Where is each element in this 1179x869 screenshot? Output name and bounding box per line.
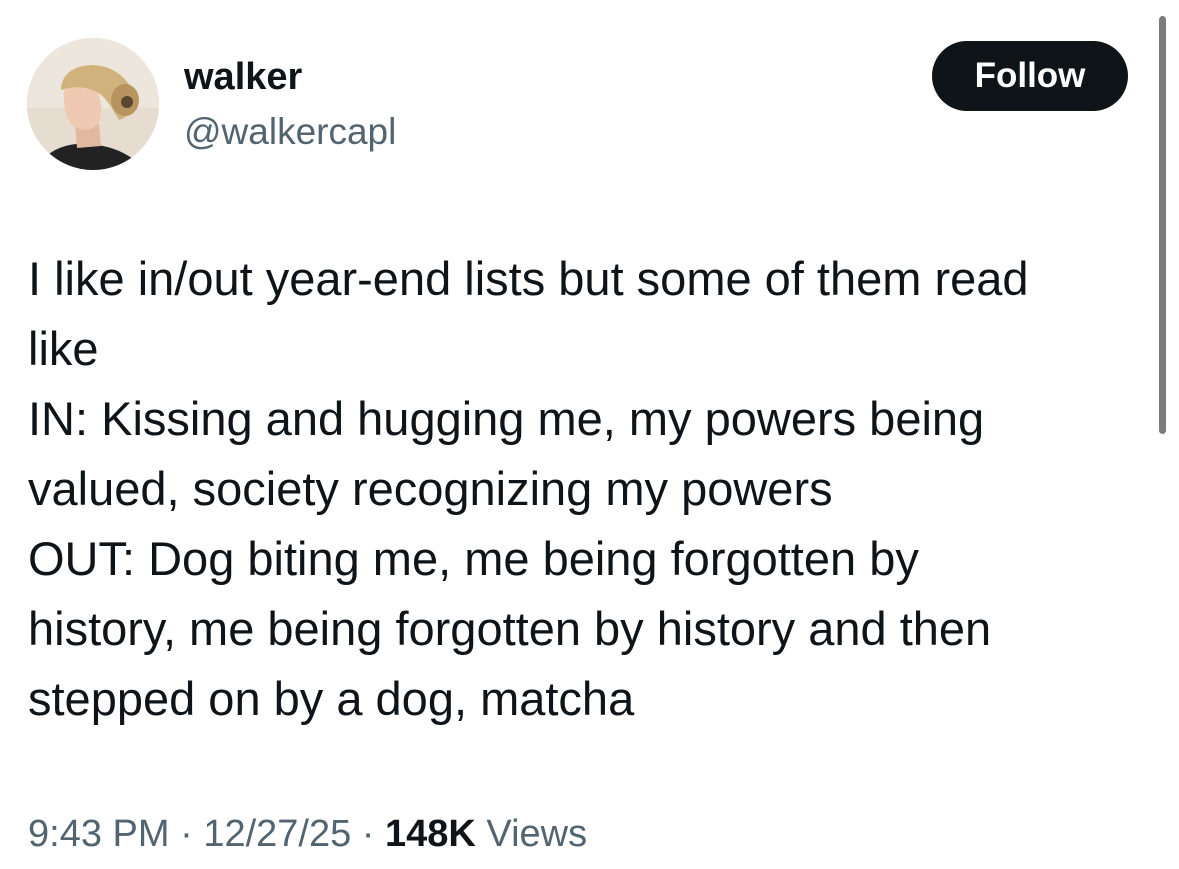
scrollbar[interactable] [1159,16,1166,434]
tweet-text-line: OUT: Dog biting me, me being forgotten b… [28,532,919,585]
tweet-text-line: IN: Kissing and hugging me, my powers be… [28,392,985,445]
tweet-meta: 9:43 PM · 12/27/25 · 148K Views [28,808,587,860]
display-name[interactable]: walker [184,54,302,100]
avatar-photo-icon [27,38,159,170]
user-handle[interactable]: @walkercapl [184,110,396,154]
tweet-text-line: stepped on by a dog, matcha [28,672,635,725]
meta-separator: · [361,813,375,855]
follow-button[interactable]: Follow [932,41,1128,111]
avatar[interactable] [27,38,159,170]
meta-separator: · [180,813,193,855]
tweet-time[interactable]: 9:43 PM [28,813,170,855]
tweet-text-line: history, me being forgotten by history a… [28,602,992,655]
tweet-text: I like in/out year-end lists but some of… [28,244,1148,734]
views-count[interactable]: 148K [385,813,476,855]
views-label[interactable]: Views [486,813,587,855]
tweet-text-line: I like in/out year-end lists but some of… [28,252,1029,305]
tweet-date[interactable]: 12/27/25 [203,813,351,855]
tweet-text-line: valued, society recognizing my powers [28,462,833,515]
tweet-text-line: like [28,322,99,375]
tweet-card: walker @walkercapl Follow I like in/out … [0,0,1179,869]
